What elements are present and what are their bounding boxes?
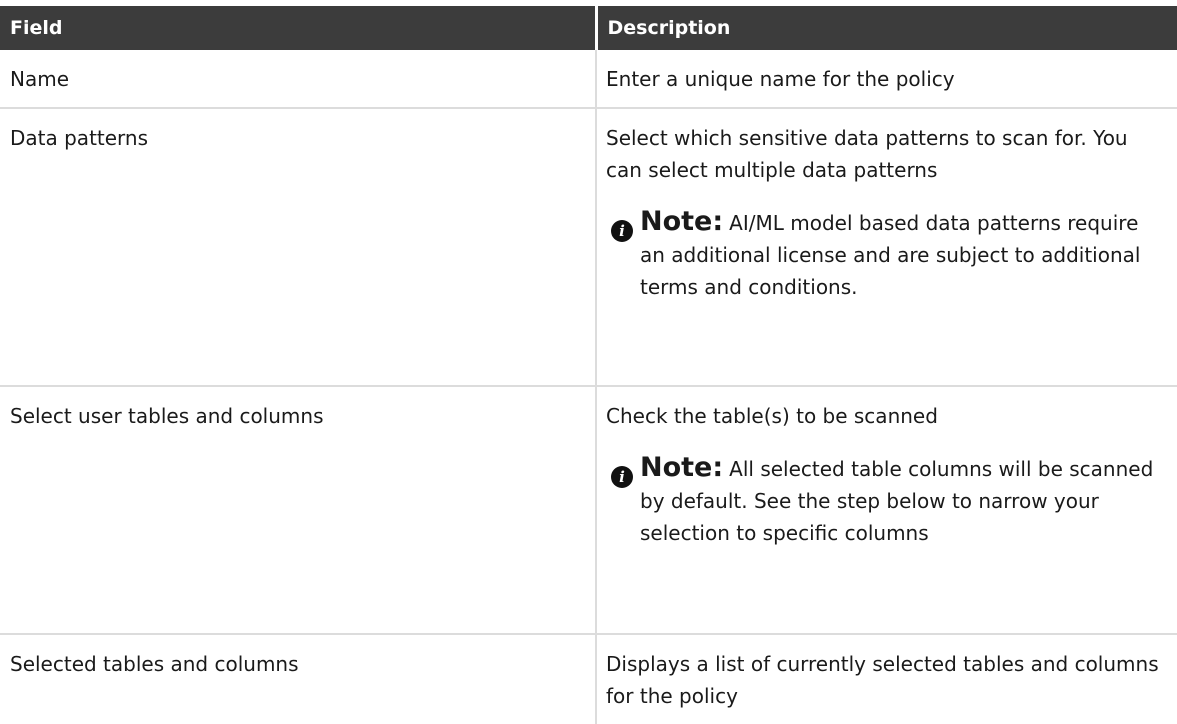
table-row: Selected tables and columns Displays a l… bbox=[0, 634, 1177, 724]
field-cell: Data patterns bbox=[0, 108, 596, 387]
field-cell: Selected tables and columns bbox=[10, 652, 299, 676]
note-block: i Note: AI/ML model based data patterns r… bbox=[606, 206, 1165, 303]
table-row: Name Enter a unique name for the policy bbox=[0, 50, 1177, 109]
table-row: Data patterns Select which sensitive dat… bbox=[0, 108, 1177, 387]
table-header-row: Field Description bbox=[0, 6, 1177, 50]
info-icon: i bbox=[611, 220, 633, 242]
description-text: Select which sensitive data patterns to … bbox=[606, 126, 1128, 182]
note-label: Note: bbox=[640, 452, 724, 483]
note-label: Note: bbox=[640, 206, 724, 237]
field-description-table-wrapper: Field Description Name Enter a unique na… bbox=[0, 6, 1177, 724]
header-description: Description bbox=[596, 6, 1177, 50]
info-icon: i bbox=[611, 466, 633, 488]
description-cell: Select which sensitive data patterns to … bbox=[595, 108, 1177, 387]
header-field: Field bbox=[0, 6, 598, 50]
description-text: Check the table(s) to be scanned bbox=[606, 404, 938, 428]
description-cell: Check the table(s) to be scanned i Note:… bbox=[595, 386, 1177, 635]
field-cell: Select user tables and columns bbox=[0, 386, 596, 635]
field-description-table: Field Description Name Enter a unique na… bbox=[0, 6, 1177, 724]
note-block: i Note: All selected table columns will b… bbox=[606, 452, 1165, 549]
description-cell: Displays a list of currently selected ta… bbox=[595, 634, 1177, 724]
description-cell: Enter a unique name for the policy bbox=[595, 50, 1177, 109]
table-row: Select user tables and columns Check the… bbox=[0, 386, 1177, 635]
field-cell: Name bbox=[0, 50, 596, 109]
